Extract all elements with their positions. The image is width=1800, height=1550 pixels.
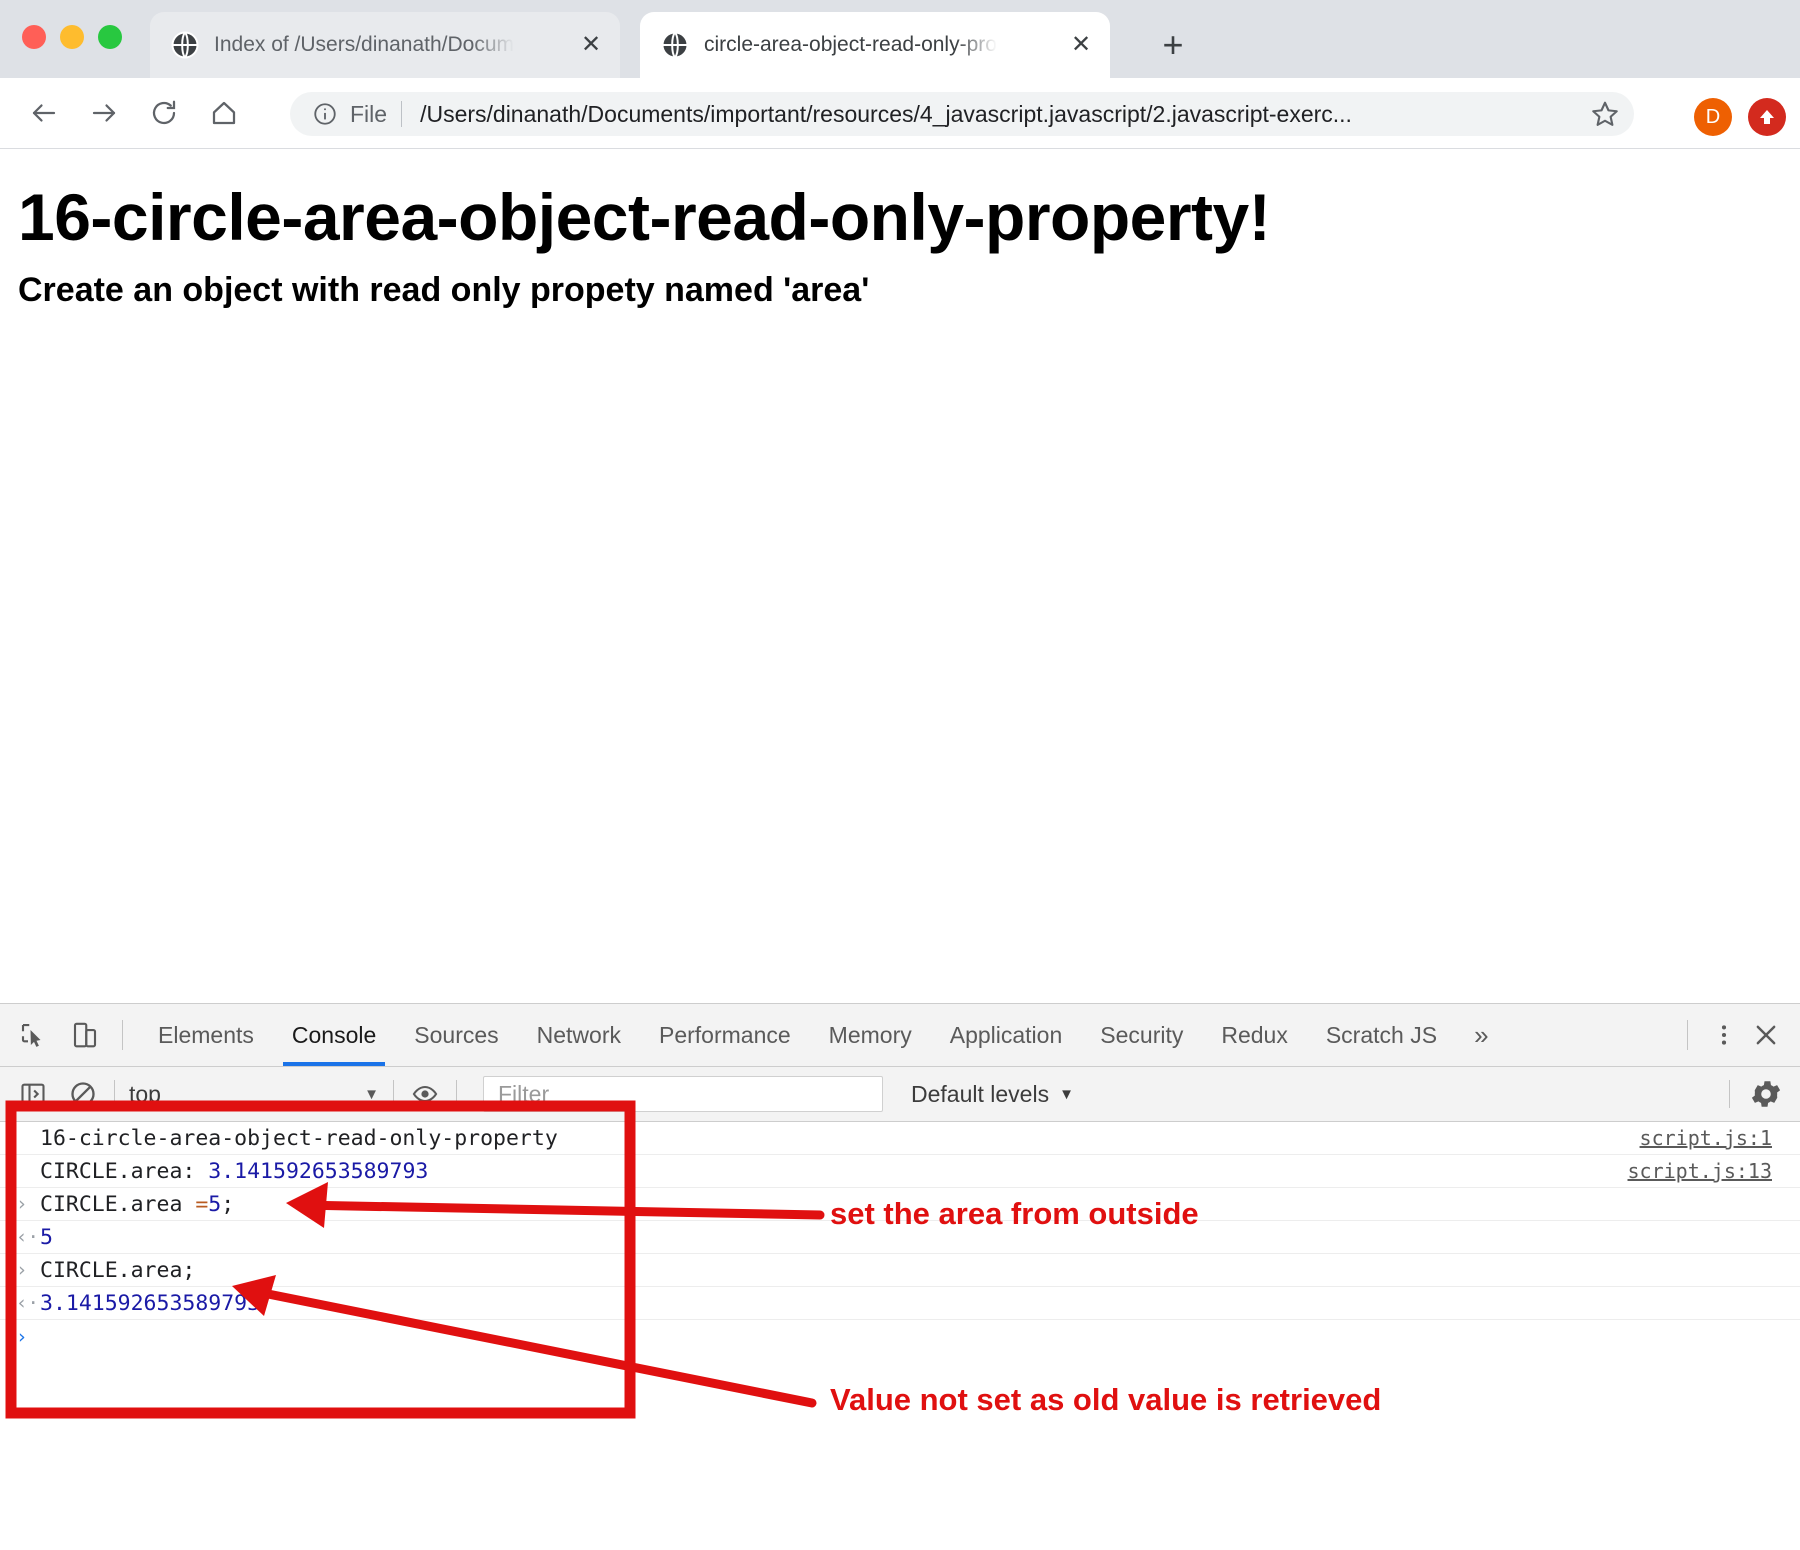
tab-security[interactable]: Security [1081, 1004, 1202, 1066]
home-icon[interactable] [202, 91, 246, 135]
reload-icon[interactable] [142, 91, 186, 135]
console-levels-selector[interactable]: Default levels ▼ [911, 1081, 1074, 1108]
browser-tab-2-title: circle-area-object-read-only-pro [704, 33, 997, 56]
console-levels-label: Default levels [911, 1080, 1050, 1107]
url-text: /Users/dinanath/Documents/important/reso… [420, 100, 1352, 127]
console-result-value: 3.141592653589793 [40, 1290, 261, 1316]
gear-icon[interactable] [1748, 1076, 1784, 1112]
console-source-link[interactable]: script.js:13 [1628, 1159, 1773, 1183]
console-log-value: 3.141592653589793 [208, 1158, 429, 1184]
browser-toolbar: File /Users/dinanath/Documents/important… [0, 78, 1800, 149]
page-content: 16-circle-area-object-read-only-property… [0, 149, 1800, 1019]
console-input-number: 5 [208, 1191, 222, 1217]
devtools-divider [122, 1020, 123, 1050]
tab-elements[interactable]: Elements [139, 1004, 273, 1066]
console-row-input[interactable]: › CIRCLE.area = 5 ; [0, 1188, 1800, 1221]
console-context-selector[interactable]: top ▼ [129, 1081, 379, 1108]
console-input-operator: = [195, 1191, 209, 1217]
console-context-value: top [129, 1080, 161, 1107]
tab-network[interactable]: Network [518, 1004, 640, 1066]
filterbar-divider-2 [393, 1080, 394, 1108]
red-upload-badge-icon[interactable] [1748, 98, 1786, 136]
avatar[interactable]: D [1694, 98, 1732, 136]
console-result-caret-icon: ‹· [16, 1292, 39, 1314]
console-row-result[interactable]: ‹· 3.141592653589793 [0, 1287, 1800, 1320]
browser-tab-1-close-icon[interactable]: ✕ [578, 32, 604, 58]
devtools-panel: Elements Console Sources Network Perform… [0, 1003, 1800, 1550]
chevron-down-icon: ▼ [364, 1085, 379, 1103]
console-input-expression: CIRCLE.area; [40, 1257, 196, 1283]
zoom-window-button[interactable] [98, 25, 122, 49]
minimize-window-button[interactable] [60, 25, 84, 49]
console-input-caret-icon: › [16, 1193, 28, 1215]
console-prompt-caret-icon: › [16, 1325, 28, 1348]
globe-icon [660, 30, 690, 60]
tab-redux[interactable]: Redux [1202, 1004, 1306, 1066]
browser-tab-1[interactable]: Index of /Users/dinanath/Docum ✕ [150, 12, 620, 78]
tab-strip: Index of /Users/dinanath/Docum ✕ circle-… [0, 0, 1800, 78]
browser-tab-2-close-icon[interactable]: ✕ [1068, 32, 1094, 58]
console-source-link[interactable]: script.js:1 [1640, 1126, 1772, 1150]
browser-window: Index of /Users/dinanath/Docum ✕ circle-… [0, 0, 1800, 1550]
tab-console[interactable]: Console [273, 1004, 395, 1066]
omnibox-divider [401, 101, 403, 127]
close-devtools-icon[interactable] [1744, 1013, 1788, 1057]
tab-performance[interactable]: Performance [640, 1004, 810, 1066]
filterbar-divider-3 [456, 1080, 457, 1108]
tab-memory[interactable]: Memory [810, 1004, 931, 1066]
console-row-log[interactable]: 16-circle-area-object-read-only-property… [0, 1122, 1800, 1155]
console-result-value: 5 [40, 1224, 53, 1250]
console-input-caret-icon: › [16, 1259, 28, 1281]
console-row-result[interactable]: ‹· 5 [0, 1221, 1800, 1254]
console-log-text: 16-circle-area-object-read-only-property [40, 1125, 558, 1151]
tab-application[interactable]: Application [931, 1004, 1082, 1066]
console-row-log[interactable]: CIRCLE.area: 3.141592653589793 script.js… [0, 1155, 1800, 1188]
chevron-down-icon: ▼ [1059, 1085, 1074, 1103]
console-result-caret-icon: ‹· [16, 1226, 39, 1248]
tab-scratch-js[interactable]: Scratch JS [1307, 1004, 1456, 1066]
address-bar[interactable]: File /Users/dinanath/Documents/important… [290, 92, 1634, 136]
back-arrow-icon[interactable] [22, 91, 66, 135]
info-circle-icon[interactable] [312, 101, 338, 127]
clear-console-icon[interactable] [66, 1077, 100, 1111]
new-tab-button[interactable]: + [1152, 24, 1194, 66]
globe-icon [170, 30, 200, 60]
live-expression-eye-icon[interactable] [408, 1077, 442, 1111]
close-window-button[interactable] [22, 25, 46, 49]
tab-sources[interactable]: Sources [395, 1004, 517, 1066]
console-prompt-row[interactable]: › [0, 1320, 1800, 1353]
console-input-terminator: ; [221, 1191, 235, 1217]
console-output[interactable]: 16-circle-area-object-read-only-property… [0, 1122, 1800, 1550]
more-options-icon[interactable] [1704, 1015, 1744, 1055]
forward-arrow-icon[interactable] [82, 91, 126, 135]
console-filter-input[interactable]: Filter [483, 1076, 883, 1112]
console-log-label: CIRCLE.area: [40, 1158, 209, 1184]
browser-tab-1-title: Index of /Users/dinanath/Docum [214, 33, 514, 56]
devtools-overflow-button[interactable]: » [1456, 1020, 1506, 1051]
devtools-tabbar-right [1669, 1004, 1800, 1066]
url-scheme-label: File [350, 100, 388, 127]
device-toolbar-icon[interactable] [66, 1016, 104, 1054]
browser-tab-2[interactable]: circle-area-object-read-only-pro ✕ [640, 12, 1110, 78]
window-controls [22, 25, 122, 49]
console-input-expression: CIRCLE.area [40, 1191, 196, 1217]
page-subtitle: Create an object with read only propety … [18, 271, 870, 309]
filterbar-divider-1 [114, 1080, 115, 1108]
console-sidebar-icon[interactable] [16, 1077, 50, 1111]
page-title: 16-circle-area-object-read-only-property… [18, 180, 1271, 254]
star-icon[interactable] [1590, 99, 1620, 129]
console-filter-bar: top ▼ Filter Default levels ▼ [0, 1067, 1800, 1122]
filterbar-divider-4 [1729, 1080, 1730, 1108]
devtools-tabbar: Elements Console Sources Network Perform… [0, 1004, 1800, 1067]
console-row-input[interactable]: › CIRCLE.area; [0, 1254, 1800, 1287]
devtools-divider-right [1687, 1020, 1688, 1050]
inspect-element-icon[interactable] [14, 1016, 52, 1054]
